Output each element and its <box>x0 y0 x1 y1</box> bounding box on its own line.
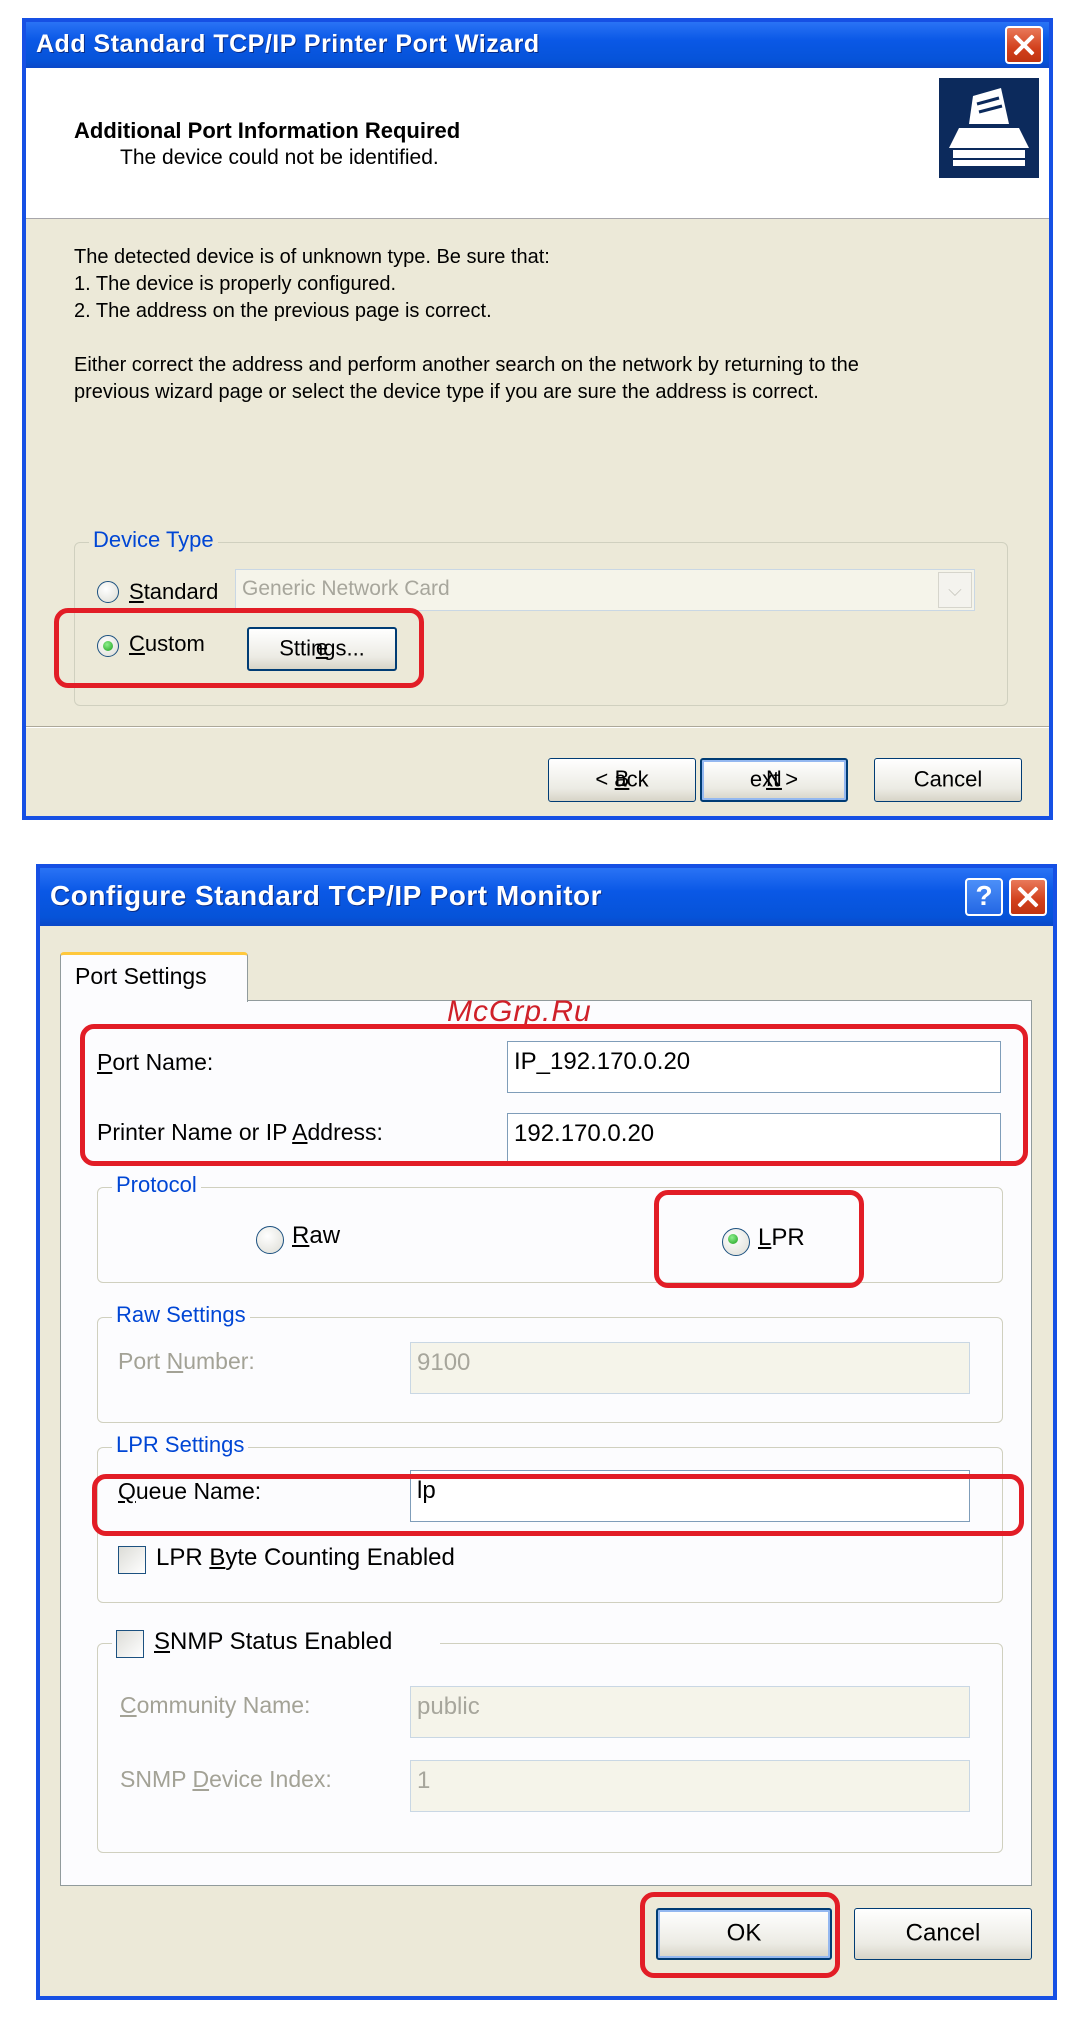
next-button-label: Next > <box>749 765 799 792</box>
highlight-port-address <box>80 1024 1028 1166</box>
lpr-settings-legend: LPR Settings <box>112 1432 249 1458</box>
back-button[interactable]: < Back <box>548 758 696 802</box>
body-line-1: The detected device is of unknown type. … <box>74 246 550 268</box>
device-type-legend: Device Type <box>89 527 218 553</box>
standard-label: Standard <box>129 579 219 604</box>
next-button[interactable]: Next > <box>700 758 848 802</box>
back-button-label: < Back <box>595 765 649 792</box>
footer-separator <box>26 726 1049 728</box>
device-index-input[interactable]: 1 <box>410 1760 970 1812</box>
body-para2-line-1: Either correct the address and perform a… <box>74 354 859 376</box>
header-title: Additional Port Information Required <box>74 118 461 143</box>
tab-port-settings-label: Port Settings <box>75 963 207 989</box>
raw-settings-legend: Raw Settings <box>112 1302 250 1328</box>
highlight-queue-name <box>92 1474 1024 1536</box>
port-monitor-window: Configure Standard TCP/IP Port Monitor ?… <box>36 864 1057 2000</box>
device-index-label: SNMP Device Index: <box>120 1766 332 1792</box>
protocol-legend: Protocol <box>112 1172 201 1198</box>
snmp-checkbox[interactable] <box>116 1630 144 1658</box>
ok-button-label: OK <box>726 1919 762 1947</box>
printer-icon <box>939 78 1039 178</box>
port-monitor-titlebar[interactable]: Configure Standard TCP/IP Port Monitor ? <box>40 868 1053 926</box>
ok-button[interactable]: OK <box>656 1908 832 1960</box>
community-name-input[interactable]: public <box>410 1686 970 1738</box>
highlight-lpr <box>654 1190 864 1288</box>
close-icon[interactable] <box>1009 878 1047 916</box>
device-type-dropdown-value: Generic Network Card <box>242 577 450 600</box>
port-monitor-cancel-button[interactable]: Cancel <box>854 1908 1032 1960</box>
wizard-cancel-label: Cancel <box>913 766 983 792</box>
close-icon[interactable] <box>1005 26 1043 64</box>
byte-counting-checkbox[interactable] <box>118 1546 146 1574</box>
community-name-label: Community Name: <box>120 1692 311 1718</box>
body-line-3: 2. The address on the previous page is c… <box>74 300 492 322</box>
device-type-dropdown[interactable]: Generic Network Card ⌵ <box>235 569 975 611</box>
standard-radio[interactable] <box>97 581 119 603</box>
byte-counting-label: LPR Byte Counting Enabled <box>156 1544 455 1571</box>
raw-radio[interactable] <box>256 1226 284 1254</box>
snmp-legend: SNMP Status Enabled <box>112 1626 440 1662</box>
protocol-group: Protocol Raw LPR <box>97 1172 1003 1283</box>
help-icon[interactable]: ? <box>965 878 1003 916</box>
wizard-titlebar[interactable]: Add Standard TCP/IP Printer Port Wizard <box>26 22 1049 68</box>
port-number-value: 9100 <box>417 1349 471 1376</box>
port-monitor-title: Configure Standard TCP/IP Port Monitor <box>50 880 603 911</box>
wizard-header: Additional Port Information Required The… <box>26 68 1049 219</box>
highlight-custom-settings <box>54 608 424 688</box>
add-port-wizard-window: Add Standard TCP/IP Printer Port Wizard … <box>22 18 1053 820</box>
wizard-cancel-button[interactable]: Cancel <box>874 758 1022 802</box>
snmp-label: SNMP Status Enabled <box>154 1628 393 1655</box>
port-monitor-cancel-label: Cancel <box>905 1919 981 1947</box>
community-name-value: public <box>417 1693 480 1720</box>
device-index-value: 1 <box>417 1767 431 1794</box>
raw-label: Raw <box>292 1222 341 1249</box>
chevron-down-icon[interactable]: ⌵ <box>938 572 972 608</box>
body-text: The detected device is of unknown type. … <box>74 244 859 406</box>
wizard-title: Add Standard TCP/IP Printer Port Wizard <box>36 30 540 58</box>
header-subtitle: The device could not be identified. <box>120 146 439 169</box>
port-number-label: Port Number: <box>118 1348 255 1374</box>
body-para2-line-2: previous wizard page or select the devic… <box>74 381 819 403</box>
snmp-group: SNMP Status Enabled Community Name: publ… <box>97 1626 1003 1853</box>
raw-settings-group: Raw Settings Port Number: 9100 <box>97 1302 1003 1423</box>
tab-port-settings[interactable]: Port Settings <box>60 952 248 1002</box>
body-line-2: 1. The device is properly configured. <box>74 273 397 295</box>
port-number-input[interactable]: 9100 <box>410 1342 970 1394</box>
